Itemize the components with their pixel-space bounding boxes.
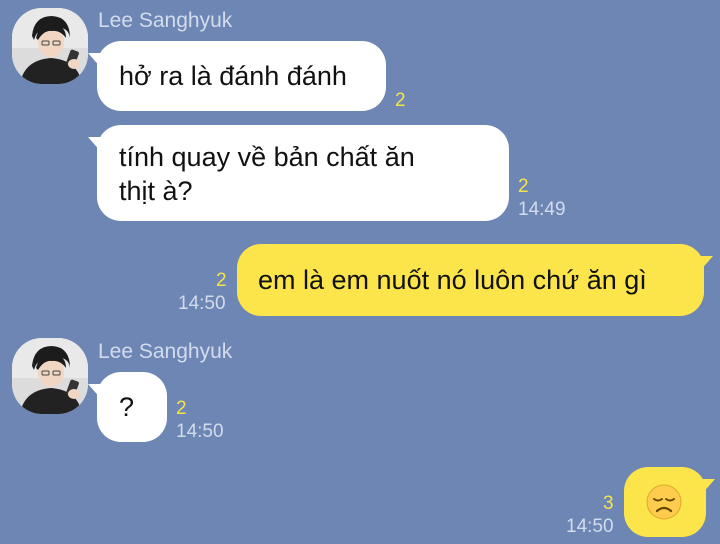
message-time: 14:50	[176, 421, 224, 442]
unread-count: 2	[216, 270, 227, 291]
message-text: hở ra là đánh đánh	[119, 61, 347, 91]
disappointed-face-icon	[646, 484, 682, 520]
avatar[interactable]	[12, 338, 88, 414]
avatar[interactable]	[12, 8, 88, 84]
unread-count: 2	[395, 90, 406, 111]
message-bubble[interactable]	[624, 467, 715, 537]
message-text: em là em nuốt nó luôn chứ ăn gì	[258, 265, 647, 295]
unread-count: 3	[603, 493, 614, 514]
profile-photo-icon	[12, 338, 88, 414]
message-text: tính quay về bản chất ăn thịt à?	[119, 142, 415, 206]
unread-count: 2	[518, 176, 529, 197]
message-time: 14:50	[178, 293, 226, 314]
message-bubble[interactable]: ?	[88, 372, 167, 442]
profile-photo-icon	[12, 8, 88, 84]
message-bubble[interactable]: tính quay về bản chất ăn thịt à?	[88, 125, 509, 221]
chat-area[interactable]: Lee Sanghyuk hở ra là đánh đánh 2 tính q…	[0, 0, 720, 544]
message-bubble[interactable]: em là em nuốt nó luôn chứ ăn gì	[237, 244, 713, 316]
message-bubble[interactable]: hở ra là đánh đánh	[88, 41, 386, 111]
sender-name: Lee Sanghyuk	[98, 9, 233, 32]
sender-name: Lee Sanghyuk	[98, 340, 233, 363]
message-text: ?	[119, 392, 135, 422]
unread-count: 2	[176, 398, 187, 419]
message-time: 14:50	[566, 516, 614, 537]
message-time: 14:49	[518, 199, 566, 220]
